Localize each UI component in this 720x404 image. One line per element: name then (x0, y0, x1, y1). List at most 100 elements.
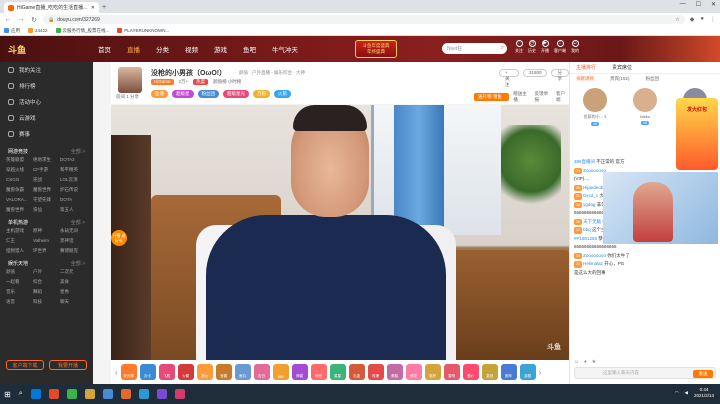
rank-text[interactable]: 颜值榜 小时榜 (213, 79, 241, 85)
gift-item[interactable]: 鲜花 (405, 364, 422, 380)
sidebar-item-follow[interactable]: 我的关注 (0, 62, 93, 78)
search-icon[interactable]: ⌕ (501, 45, 504, 52)
chat-username[interactable]: ygdag (583, 202, 595, 207)
hot-game-item[interactable]: 第五人 (60, 207, 87, 213)
search-icon[interactable]: ⌕ (19, 390, 23, 398)
sidebar-item-cloudgame[interactable]: 云游戏 (0, 110, 93, 126)
new-tab-button[interactable]: + (99, 2, 109, 13)
minimize-button[interactable]: — (680, 1, 686, 8)
single-game-item[interactable]: Valheim (33, 238, 60, 244)
fun-category-item[interactable]: 音乐 (6, 289, 33, 295)
bookmark-item[interactable]: PLAYERUNKNOWN... (117, 28, 169, 33)
send-button[interactable]: 发送 (693, 370, 713, 378)
single-game-item[interactable]: 主机游戏 (6, 228, 33, 234)
gift-item[interactable]: 玫瑰 (367, 364, 384, 380)
hot-game-item[interactable]: 逆战 (33, 177, 60, 183)
taskbar-app-icon[interactable] (120, 389, 131, 399)
subtab-weekly[interactable]: 贡献周榜 (576, 76, 594, 82)
client-header-button[interactable]: ↓ 客户端 (554, 40, 566, 54)
gift-item[interactable]: 宝箱 (215, 364, 232, 380)
nav-live[interactable]: 直播 (119, 44, 148, 54)
gift-item[interactable]: 礼盒 (348, 364, 365, 380)
hot-game-item[interactable]: LOL云顶 (60, 177, 87, 183)
profile-header-button[interactable]: ☺ 我的 (571, 40, 579, 54)
gift-item[interactable]: 神豪 (291, 364, 308, 380)
hot-game-item[interactable]: 魔兽争霸 (6, 187, 33, 193)
star-icon[interactable]: ☆ (675, 17, 679, 23)
bookmark-item[interactable]: 24422 (28, 28, 48, 33)
system-clock[interactable]: 0:44 2021/2/13 (694, 387, 714, 399)
gift-item[interactable]: 奖杯 (424, 364, 441, 380)
tool-link[interactable]: 赠送主播 (513, 91, 530, 103)
fun-category-item[interactable]: 综合 (33, 279, 60, 285)
gift-item[interactable]: 跑车 (500, 364, 517, 380)
gift-item[interactable]: 爱心 (462, 364, 479, 380)
close-tab-icon[interactable]: ✕ (91, 5, 95, 11)
browser-tab[interactable]: HiGame直播_吃吃的生活直播... ✕ (4, 2, 99, 13)
gift-item[interactable]: 香吻 (443, 364, 460, 380)
back-arrow-icon[interactable]: ← (4, 16, 12, 23)
hot-game-item[interactable]: 诛仙 (33, 207, 60, 213)
fun-category-item[interactable]: 二次元 (60, 269, 87, 275)
nav-category[interactable]: 分类 (148, 44, 177, 54)
share-button[interactable]: 分享 (551, 69, 569, 81)
single-game-item[interactable]: 原神 (33, 228, 60, 234)
sidebar-item-events[interactable]: 活动中心 (0, 94, 93, 110)
chat-username[interactable]: bbq (583, 227, 591, 232)
maximize-button[interactable]: ☐ (696, 1, 701, 8)
history-header-button[interactable]: ◷ 历史 (528, 40, 536, 54)
tool-link[interactable]: 客户端 (556, 91, 569, 103)
reload-icon[interactable]: ↻ (30, 16, 38, 24)
chat-username[interactable]: Helimalaz (583, 261, 603, 266)
network-icon[interactable]: ◠ (675, 390, 679, 396)
hot-game-item[interactable]: 魔兽世界 (33, 187, 60, 193)
chat-username[interactable]: 天下无敌 (583, 219, 601, 224)
hot-game-item[interactable]: 穿越火线 (6, 167, 33, 173)
hot-game-item[interactable]: DOTA2 (60, 157, 87, 163)
close-window-button[interactable]: ✕ (711, 1, 716, 8)
hot-game-item[interactable]: 炉石传说 (60, 187, 87, 193)
gift-item[interactable]: 办卡 (139, 364, 156, 380)
forward-arrow-icon[interactable]: → (17, 16, 25, 23)
gift-item[interactable]: 鱼丸 (234, 364, 251, 380)
gift-scroll-right-icon[interactable]: › (539, 368, 542, 377)
gift-item[interactable]: 告白 (253, 364, 270, 380)
hot-game-item[interactable]: CF手游 (33, 167, 60, 173)
volume-icon[interactable]: ◀ (685, 390, 688, 396)
sidebar-item-esports[interactable]: 赛事 (0, 126, 93, 142)
taskbar-app-icon[interactable] (66, 389, 77, 399)
hot-game-item[interactable]: CSGO (6, 177, 33, 183)
taskbar-app-icon[interactable] (138, 389, 149, 399)
chat-username[interactable]: #P1601255 (574, 236, 597, 241)
streamer-avatar[interactable] (118, 67, 142, 93)
hot-game-item[interactable]: DOTA (60, 197, 87, 203)
chat-username[interactable]: Dxcd_c (583, 193, 598, 198)
chat-input[interactable]: 这里输入聊天内容 发送 (574, 367, 716, 379)
gift-item[interactable]: 游艇 (519, 364, 536, 380)
hot-game-item[interactable]: VALORA... (6, 197, 33, 203)
sidebar-more-link[interactable]: 全部 > (71, 219, 85, 226)
fun-category-item[interactable]: 科技 (33, 299, 60, 305)
event-banner[interactable]: 斗鱼年度盛典 年终盛典 (355, 40, 397, 58)
tab-vip-seats[interactable]: 贵宾席位 (612, 64, 632, 71)
hot-game-item[interactable]: 英雄联盟 (6, 157, 33, 163)
taskbar-app-icon[interactable] (102, 389, 113, 399)
windows-start-icon[interactable]: ⊞ (4, 390, 11, 399)
extension-icon[interactable]: ◆ (690, 16, 695, 23)
client-download-button[interactable]: 客户端下载 (6, 360, 44, 370)
gift-item[interactable]: 蛋糕 (386, 364, 403, 380)
gift-item[interactable]: 火箭 (177, 364, 194, 380)
bookmark-item[interactable]: 云服务行情_股票在线... (55, 28, 109, 34)
gift-item[interactable]: 超火 (196, 364, 213, 380)
sidebar-more-link[interactable]: 全部 > (71, 148, 85, 155)
taskbar-app-icon[interactable] (84, 389, 95, 399)
single-game-item[interactable]: 黑神话 (60, 238, 87, 244)
red-envelope-promo[interactable]: 发大红包 (676, 98, 718, 170)
start-live-button[interactable]: 我要开播 (49, 360, 87, 370)
gift-item[interactable]: 粉丝 (310, 364, 327, 380)
gift-item[interactable]: 皇冠 (481, 364, 498, 380)
taskbar-app-icon[interactable] (156, 389, 167, 399)
single-game-item[interactable]: 赛博朋克 (60, 248, 87, 254)
gift-item[interactable]: 星星 (329, 364, 346, 380)
rank-item[interactable]: 优帮的小... 9 46 (583, 88, 607, 136)
